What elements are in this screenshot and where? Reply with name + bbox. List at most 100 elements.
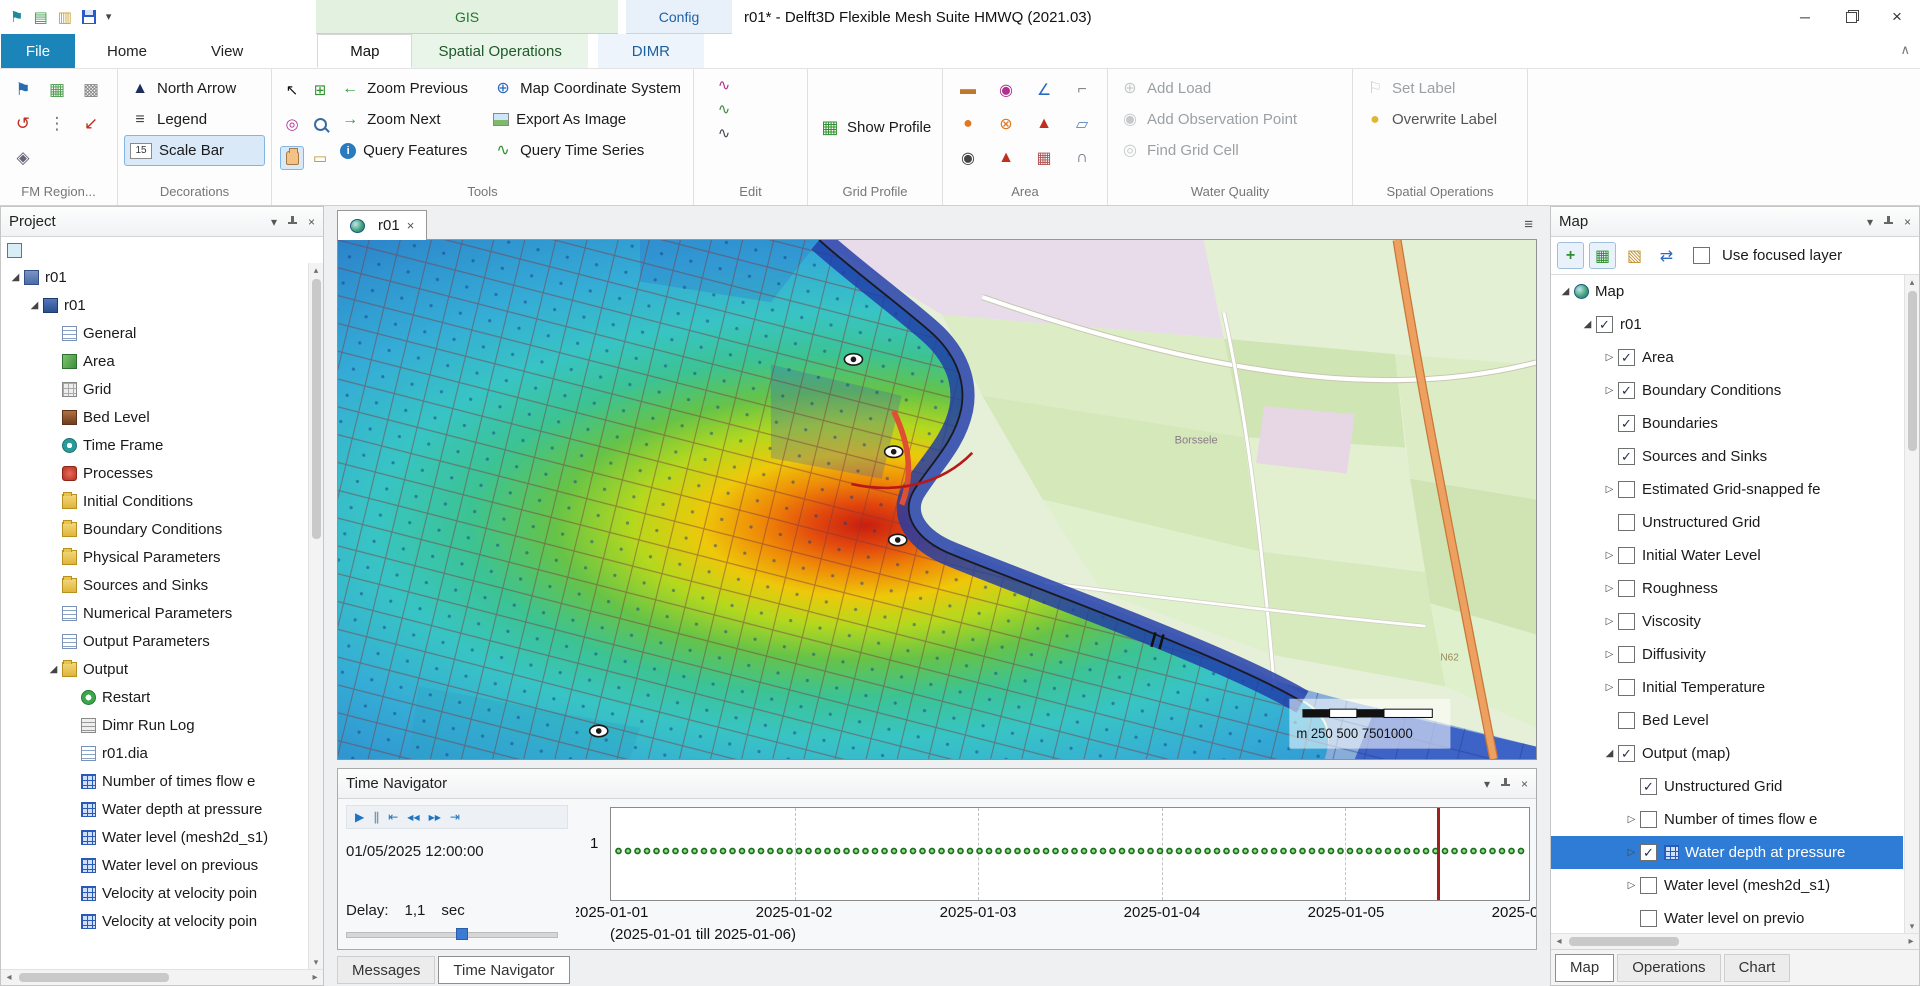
circle-select-tool-icon[interactable]: ◎	[280, 112, 304, 136]
scroll-right-icon[interactable]: ▸	[1903, 936, 1919, 947]
pause-icon[interactable]: ∥	[373, 810, 379, 824]
map-tree-item-boundaries[interactable]: ✓Boundaries	[1551, 407, 1903, 440]
tree-expander-icon[interactable]: ▷	[1623, 847, 1640, 858]
map-tree-item-water-depth-at-pressure[interactable]: ▷✓Water depth at pressure	[1551, 836, 1903, 869]
tree-expander-icon[interactable]: ▷	[1601, 682, 1618, 693]
fm-select-region-icon[interactable]: ⚑	[15, 80, 30, 100]
query-time-series-button[interactable]: ∿ Query Time Series	[487, 135, 687, 166]
tree-expander-icon[interactable]: ◢	[45, 664, 62, 675]
map-tree-item-initial-water-level[interactable]: ▷Initial Water Level	[1551, 539, 1903, 572]
fm-export-grid-icon[interactable]: ▩	[83, 80, 99, 100]
map-tree-item-map[interactable]: ◢Map	[1551, 275, 1903, 308]
project-panel-close-icon[interactable]: ×	[308, 215, 315, 229]
visibility-checkbox[interactable]	[1640, 877, 1657, 894]
project-tree-item-water-level-on-previous[interactable]: Water level on previous	[1, 851, 307, 879]
edit-geometry-icon[interactable]: ∿	[712, 121, 736, 145]
visibility-checkbox[interactable]: ✓	[1618, 448, 1635, 465]
step-forward-icon[interactable]: ▶▶	[429, 813, 441, 822]
zoom-tool-icon[interactable]	[308, 112, 332, 136]
tab-view[interactable]: View	[179, 34, 275, 68]
map-tree-item-water-level-mesh2d-s1-[interactable]: ▷Water level (mesh2d_s1)	[1551, 869, 1903, 902]
north-arrow-button[interactable]: ▲ North Arrow	[124, 73, 265, 104]
zoom-previous-button[interactable]: ← Zoom Previous	[334, 73, 487, 104]
visibility-checkbox[interactable]: ✓	[1618, 349, 1635, 366]
map-tree-item-area[interactable]: ▷✓Area	[1551, 341, 1903, 374]
map-tree-item-estimated-grid-snapped-fe[interactable]: ▷Estimated Grid-snapped fe	[1551, 473, 1903, 506]
zoom-next-button[interactable]: → Zoom Next	[334, 104, 487, 135]
visibility-checkbox[interactable]: ✓	[1618, 382, 1635, 399]
restore-button[interactable]	[1828, 0, 1874, 34]
tab-file[interactable]: File	[1, 34, 75, 68]
pan-tool-icon[interactable]	[280, 146, 304, 170]
show-profile-button[interactable]: ▦ Show Profile	[814, 112, 937, 143]
tab-map[interactable]: Map	[1555, 954, 1614, 982]
project-tree-item-dimr-run-log[interactable]: Dimr Run Log	[1, 711, 307, 739]
fm-flip-icon[interactable]: ↙	[84, 114, 98, 134]
quick-access-caret-icon[interactable]: ▾	[106, 12, 112, 23]
map-panel-close-icon[interactable]: ×	[1904, 215, 1911, 229]
project-tree-item-grid[interactable]: Grid	[1, 375, 307, 403]
time-navigator-caret-icon[interactable]: ▾	[1484, 777, 1490, 791]
set-label-button[interactable]: ⚐ Set Label	[1359, 73, 1521, 104]
tree-expander-icon[interactable]: ▷	[1623, 814, 1640, 825]
map-panel-pin-icon[interactable]	[1883, 216, 1894, 228]
visibility-checkbox[interactable]: ✓	[1618, 745, 1635, 762]
query-features-button[interactable]: i Query Features	[334, 135, 487, 166]
tree-expander-icon[interactable]: ▷	[1601, 550, 1618, 561]
project-panel-caret-icon[interactable]: ▾	[271, 215, 277, 229]
project-tree-item-output-parameters[interactable]: Output Parameters	[1, 627, 307, 655]
skip-end-icon[interactable]: ⇥	[450, 810, 460, 824]
open-project-icon[interactable]: ▥	[58, 10, 72, 25]
map-tree-item-output-map-[interactable]: ◢✓Output (map)	[1551, 737, 1903, 770]
ruler-tool-icon[interactable]: ▭	[308, 146, 332, 170]
visibility-checkbox[interactable]	[1618, 613, 1635, 630]
tab-messages[interactable]: Messages	[337, 956, 435, 984]
tab-home[interactable]: Home	[75, 34, 179, 68]
delay-slider[interactable]	[346, 927, 558, 941]
scroll-left-icon[interactable]: ◂	[1551, 936, 1567, 947]
visibility-checkbox[interactable]	[1618, 580, 1635, 597]
minimize-button[interactable]: ─	[1782, 0, 1828, 34]
area-dry-area-icon[interactable]: ●	[963, 115, 973, 133]
delay-slider-thumb[interactable]	[456, 928, 468, 940]
scroll-up-icon[interactable]: ▴	[314, 263, 319, 277]
tab-chart[interactable]: Chart	[1724, 954, 1791, 982]
tree-expander-icon[interactable]: ◢	[1579, 319, 1596, 330]
project-tree-item-r01-dia[interactable]: r01.dia	[1, 739, 307, 767]
project-tree-item-number-of-times-flow-e[interactable]: Number of times flow e	[1, 767, 307, 795]
project-toolbar-icon[interactable]	[7, 243, 22, 258]
cursor-tool-icon[interactable]: ↖	[280, 78, 304, 102]
area-structure-icon[interactable]: ▲	[998, 149, 1014, 167]
map-tree-item-water-level-on-previo[interactable]: Water level on previo	[1551, 902, 1903, 933]
visibility-checkbox[interactable]	[1618, 481, 1635, 498]
area-weir-icon[interactable]: ▦	[1036, 148, 1051, 168]
visibility-checkbox[interactable]	[1618, 646, 1635, 663]
time-navigator-close-icon[interactable]: ×	[1521, 777, 1528, 791]
document-tab-close-icon[interactable]: ×	[407, 218, 415, 233]
area-cross-section-icon[interactable]: ∠	[1037, 80, 1051, 100]
tree-expander-icon[interactable]: ▷	[1623, 880, 1640, 891]
edit-layer-button[interactable]: ▧	[1621, 242, 1648, 269]
scroll-up-icon[interactable]: ▴	[1910, 275, 1915, 289]
map-canvas[interactable]: Borssele N62 m 250 500 7501000	[337, 240, 1537, 760]
use-focused-layer-checkbox[interactable]	[1693, 247, 1710, 264]
visibility-checkbox[interactable]: ✓	[1596, 316, 1613, 333]
tree-expander-icon[interactable]: ▷	[1601, 649, 1618, 660]
area-corner-icon[interactable]: ⌐	[1077, 81, 1086, 99]
project-tree-item-initial-conditions[interactable]: Initial Conditions	[1, 487, 307, 515]
scale-bar-button[interactable]: 15 Scale Bar	[124, 135, 265, 166]
visibility-checkbox[interactable]: ✓	[1618, 415, 1635, 432]
current-time-marker[interactable]	[1437, 808, 1440, 900]
time-navigator-chart[interactable]: 1 2025-01-012025-01-022025-01-032025-01-…	[576, 799, 1536, 949]
add-layer-button[interactable]: +	[1557, 242, 1584, 269]
map-vscroll-thumb[interactable]	[1908, 291, 1917, 451]
visibility-checkbox[interactable]	[1640, 811, 1657, 828]
scroll-right-icon[interactable]: ▸	[307, 972, 323, 983]
tab-spatial-operations[interactable]: Spatial Operations	[412, 34, 587, 68]
find-grid-cell-button[interactable]: ◎ Find Grid Cell	[1114, 135, 1346, 166]
legend-button[interactable]: ≡ Legend	[124, 104, 265, 135]
project-panel-pin-icon[interactable]	[287, 216, 298, 228]
project-horizontal-scrollbar[interactable]: ◂ ▸	[1, 969, 323, 985]
skip-start-icon[interactable]: ⇤	[388, 810, 398, 824]
fm-grid-icon[interactable]: ▦	[49, 80, 65, 100]
